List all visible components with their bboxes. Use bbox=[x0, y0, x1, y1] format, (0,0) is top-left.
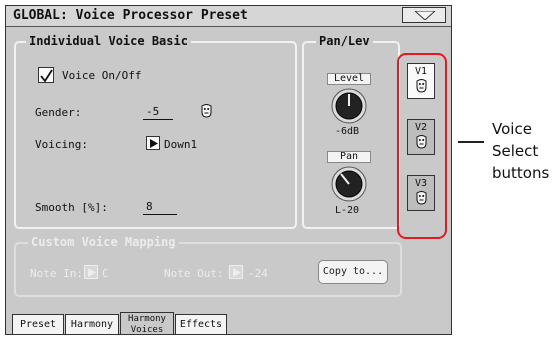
voice-select-callout: Voice Select buttons bbox=[492, 120, 550, 182]
voicing-label: Voicing: bbox=[35, 138, 88, 151]
pan-value: L-20 bbox=[335, 205, 360, 216]
tab-effects[interactable]: Effects bbox=[175, 314, 227, 334]
triangle-right-icon bbox=[88, 268, 96, 277]
triangle-right-icon bbox=[233, 268, 241, 277]
note-in-selector-arrow[interactable] bbox=[84, 265, 98, 279]
note-out-value[interactable]: -24 bbox=[248, 267, 268, 280]
pan-knob[interactable] bbox=[331, 166, 367, 202]
tab-harmony[interactable]: Harmony bbox=[65, 314, 119, 334]
mask-icon bbox=[201, 104, 212, 118]
chevron-down-icon bbox=[415, 11, 435, 20]
tab-preset[interactable]: Preset bbox=[12, 314, 64, 334]
voicing-value[interactable]: Down1 bbox=[164, 138, 197, 151]
gender-label: Gender: bbox=[35, 106, 82, 119]
page-menu-button[interactable] bbox=[402, 7, 446, 23]
note-in-value[interactable]: C bbox=[102, 267, 109, 280]
note-out-label: Note Out: bbox=[164, 267, 224, 280]
tab-harmony-voices-line1: Harmony bbox=[128, 314, 166, 324]
voice-on-off-checkbox[interactable] bbox=[38, 67, 54, 83]
callout-line bbox=[458, 141, 484, 143]
voice-on-off-label: Voice On/Off bbox=[62, 69, 142, 82]
checkmark-icon bbox=[40, 69, 53, 83]
level-knob[interactable] bbox=[331, 88, 367, 124]
note-out-selector-arrow[interactable] bbox=[229, 265, 243, 279]
custom-voice-mapping-title: Custom Voice Mapping bbox=[28, 235, 179, 249]
smooth-label: Smooth [%]: bbox=[35, 201, 108, 214]
copy-to-button[interactable]: Copy to... bbox=[318, 260, 388, 284]
voice-processor-screen: GLOBAL: Voice Processor Preset Individua… bbox=[5, 5, 452, 335]
level-label: Level bbox=[327, 73, 371, 85]
title-bar: GLOBAL: Voice Processor Preset bbox=[6, 6, 451, 27]
level-value: -6dB bbox=[335, 126, 360, 137]
smooth-value[interactable]: 8 bbox=[143, 200, 177, 215]
voicing-selector-arrow[interactable] bbox=[146, 136, 160, 150]
individual-voice-basic-title: Individual Voice Basic bbox=[26, 34, 191, 48]
triangle-right-icon bbox=[150, 139, 158, 148]
note-in-label: Note In: bbox=[30, 267, 83, 280]
pan-label: Pan bbox=[327, 151, 371, 163]
tab-harmony-voices[interactable]: Harmony Voices bbox=[120, 312, 174, 335]
tab-harmony-voices-line2: Voices bbox=[130, 325, 164, 335]
pan-lev-title: Pan/Lev bbox=[316, 34, 373, 48]
page-title: GLOBAL: Voice Processor Preset bbox=[13, 8, 248, 23]
gender-value[interactable]: -5 bbox=[143, 105, 173, 120]
voice-select-highlight bbox=[397, 53, 447, 239]
